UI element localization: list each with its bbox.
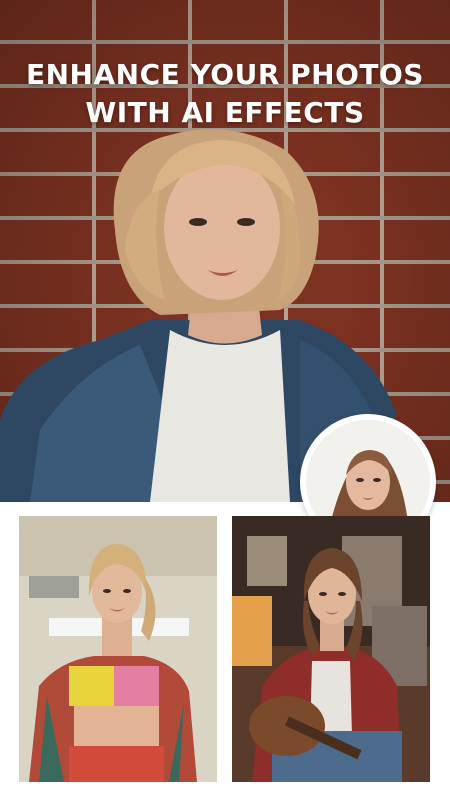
headline-line-2: WITH AI EFFECTS xyxy=(85,96,365,129)
example-photo-guitar-room xyxy=(232,516,430,782)
headline-line-1: ENHANCE YOUR PHOTOS xyxy=(26,58,424,91)
example-photo-retro-outfit xyxy=(19,516,217,782)
headline: ENHANCE YOUR PHOTOS WITH AI EFFECTS xyxy=(0,56,450,132)
guitar-portrait-image xyxy=(232,516,430,782)
retro-portrait-image xyxy=(19,516,217,782)
